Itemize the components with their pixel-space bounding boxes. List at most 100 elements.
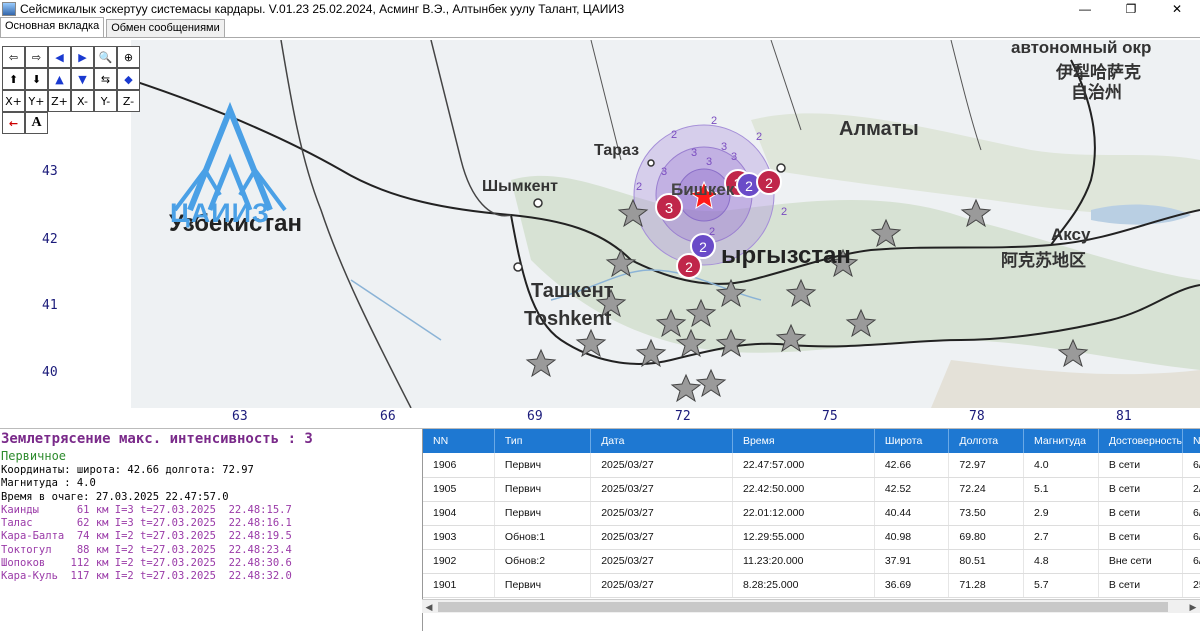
pan-left-icon[interactable]: ◀ bbox=[48, 46, 71, 68]
scroll-right-icon[interactable]: ▶ bbox=[1186, 600, 1200, 614]
down-tool-icon[interactable]: ⬇ bbox=[25, 68, 48, 90]
event-time: Время в очаге: 27.03.2025 22.47:57.0 bbox=[1, 491, 420, 504]
column-header[interactable]: NN bbox=[423, 429, 494, 453]
column-header[interactable]: Тип bbox=[494, 429, 590, 453]
table-cell: Вне сети bbox=[1098, 549, 1182, 573]
x-plus-button[interactable]: X+ bbox=[2, 90, 25, 112]
city-label: Шымкент bbox=[482, 178, 558, 196]
tab-main[interactable]: Основная вкладка bbox=[0, 17, 104, 37]
table-cell: В сети bbox=[1098, 477, 1182, 501]
table-cell: 2025/03/27 bbox=[591, 573, 733, 597]
table-cell: 12.29:55.000 bbox=[732, 525, 874, 549]
table-cell: 1901 bbox=[423, 573, 494, 597]
station-line: Каинды 61 км I=3 t=27.03.2025 22.48:15.7 bbox=[1, 504, 420, 517]
svg-text:2: 2 bbox=[711, 115, 717, 127]
diamond-icon[interactable]: ◆ bbox=[117, 68, 140, 90]
window-controls: — ❐ ✕ bbox=[1062, 0, 1200, 18]
svg-text:3: 3 bbox=[731, 151, 737, 163]
table-cell: 25. bbox=[1183, 573, 1200, 597]
column-header[interactable]: Долгота bbox=[949, 429, 1024, 453]
table-cell: 5.7 bbox=[1024, 573, 1099, 597]
y-plus-button[interactable]: Y+ bbox=[25, 90, 48, 112]
table-cell: 36.69 bbox=[874, 573, 949, 597]
table-cell: В сети bbox=[1098, 525, 1182, 549]
pan-up-icon[interactable]: ▲ bbox=[48, 68, 71, 90]
table-cell: Первич bbox=[494, 453, 590, 477]
table-cell: 5.1 bbox=[1024, 477, 1099, 501]
back-tool-icon[interactable]: ⇦ bbox=[2, 46, 25, 68]
map-panel[interactable]: 3 3 2 2 2 2 222 333 332 22 bbox=[0, 40, 1200, 428]
y-minus-button[interactable]: Y- bbox=[94, 90, 117, 112]
table-cell: 2025/03/27 bbox=[591, 549, 733, 573]
lat-label: 43 bbox=[42, 164, 58, 179]
svg-text:2: 2 bbox=[636, 181, 642, 193]
column-header[interactable]: Магнитуда bbox=[1024, 429, 1099, 453]
table-cell: 72.24 bbox=[949, 477, 1024, 501]
minimize-button[interactable]: — bbox=[1062, 0, 1108, 18]
horizontal-scrollbar[interactable]: ◀ ▶ bbox=[422, 599, 1200, 613]
lon-label: 81 bbox=[1116, 409, 1132, 424]
table-cell: 2025/03/27 bbox=[591, 525, 733, 549]
table-header: NN Тип Дата Время Широта Долгота Магниту… bbox=[423, 429, 1200, 453]
table-row[interactable]: 1904Первич2025/03/2722.01:12.00040.4473.… bbox=[423, 501, 1200, 525]
table-row[interactable]: 1905Первич2025/03/2722.42:50.00042.5272.… bbox=[423, 477, 1200, 501]
x-minus-button[interactable]: X- bbox=[71, 90, 94, 112]
scroll-left-icon[interactable]: ◀ bbox=[422, 600, 436, 614]
table-cell: 71.28 bbox=[949, 573, 1024, 597]
station-line: Токтогул 88 км I=2 t=27.03.2025 22.48:23… bbox=[1, 544, 420, 557]
event-info-panel: Землетрясение макс. интенсивность : 3 Пе… bbox=[0, 429, 420, 631]
title-bar: Сейсмикалык эскертуу системасы кардары. … bbox=[0, 0, 1200, 18]
zoom-out-icon[interactable]: 🔍 bbox=[94, 46, 117, 68]
city-label: Аксу bbox=[1051, 225, 1090, 245]
table-cell: 8.28:25.000 bbox=[732, 573, 874, 597]
table-cell: В сети bbox=[1098, 453, 1182, 477]
close-button[interactable]: ✕ bbox=[1154, 0, 1200, 18]
pan-down-icon[interactable]: ▼ bbox=[71, 68, 94, 90]
svg-text:2: 2 bbox=[709, 226, 715, 238]
text-tool-button[interactable]: A bbox=[25, 112, 48, 134]
zoom-in-icon[interactable]: ⊕ bbox=[117, 46, 140, 68]
column-header[interactable]: N с bbox=[1183, 429, 1200, 453]
table-cell: 2.7 bbox=[1024, 525, 1099, 549]
table-row[interactable]: 1902Обнов:22025/03/2711.23:20.00037.9180… bbox=[423, 549, 1200, 573]
event-coords: Координаты: широта: 42.66 долгота: 72.97 bbox=[1, 464, 420, 477]
forward-tool-icon[interactable]: ⇨ bbox=[25, 46, 48, 68]
arrow-left-icon[interactable]: ← bbox=[2, 112, 25, 134]
tab-messages[interactable]: Обмен сообщениями bbox=[106, 19, 225, 37]
city-label: Ташкент bbox=[531, 280, 614, 303]
scroll-thumb[interactable] bbox=[438, 602, 1168, 612]
station-line: Кара-Куль 117 км I=2 t=27.03.2025 22.48:… bbox=[1, 570, 420, 583]
restore-button[interactable]: ❐ bbox=[1108, 0, 1154, 18]
svg-text:2: 2 bbox=[685, 259, 693, 275]
table-cell: 80.51 bbox=[949, 549, 1024, 573]
svg-text:2: 2 bbox=[671, 129, 677, 141]
svg-text:2: 2 bbox=[781, 206, 787, 218]
logo-text: ЦАИИЗ bbox=[170, 198, 270, 229]
column-header[interactable]: Широта bbox=[874, 429, 949, 453]
tab-bar: Основная вкладка Обмен сообщениями bbox=[0, 18, 1200, 38]
pan-right-icon[interactable]: ▶ bbox=[71, 46, 94, 68]
table-row[interactable]: 1903Обнов:12025/03/2712.29:55.00040.9869… bbox=[423, 525, 1200, 549]
table-row[interactable]: 1901Первич2025/03/278.28:25.00036.6971.2… bbox=[423, 573, 1200, 597]
column-header[interactable]: Время bbox=[732, 429, 874, 453]
column-header[interactable]: Достоверность bbox=[1098, 429, 1182, 453]
table-cell: Обнов:2 bbox=[494, 549, 590, 573]
table-cell: 1905 bbox=[423, 477, 494, 501]
swap-icon[interactable]: ⇆ bbox=[94, 68, 117, 90]
z-plus-button[interactable]: Z+ bbox=[48, 90, 71, 112]
table-row[interactable]: 1906Первич2025/03/2722.47:57.00042.6672.… bbox=[423, 453, 1200, 477]
z-minus-button[interactable]: Z- bbox=[117, 90, 140, 112]
table-cell: 22.42:50.000 bbox=[732, 477, 874, 501]
svg-text:2: 2 bbox=[765, 175, 773, 191]
table-cell: Первич bbox=[494, 501, 590, 525]
svg-text:2: 2 bbox=[745, 178, 753, 194]
up-tool-icon[interactable]: ⬆ bbox=[2, 68, 25, 90]
table-cell: 1904 bbox=[423, 501, 494, 525]
bottom-panel: Землетрясение макс. интенсивность : 3 Пе… bbox=[0, 428, 1200, 630]
table-cell: 1902 bbox=[423, 549, 494, 573]
table-cell: 40.44 bbox=[874, 501, 949, 525]
column-header[interactable]: Дата bbox=[591, 429, 733, 453]
lat-label: 42 bbox=[42, 232, 58, 247]
svg-text:2: 2 bbox=[699, 239, 707, 255]
table-cell: 72.97 bbox=[949, 453, 1024, 477]
